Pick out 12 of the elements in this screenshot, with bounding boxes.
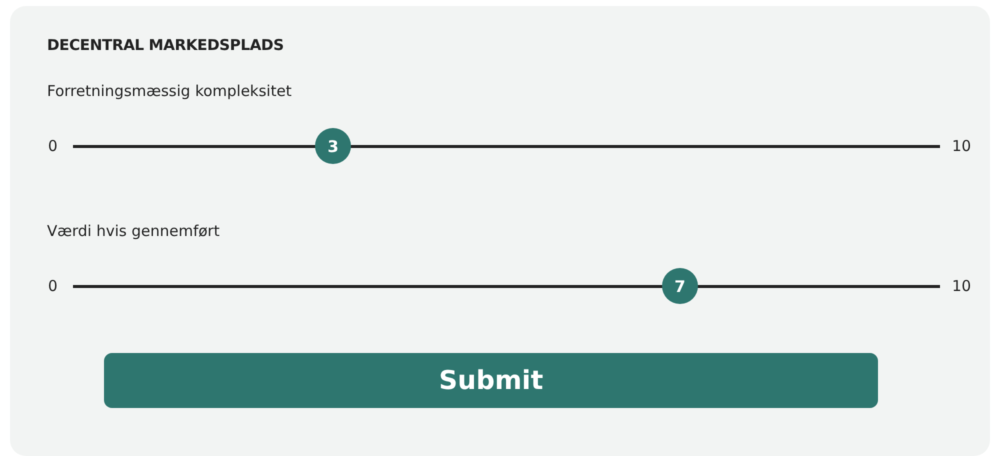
slider-thumb[interactable]: 3 <box>315 128 352 164</box>
min-value: 0 <box>48 277 59 295</box>
section-title: DECENTRAL MARKEDSPLADS <box>47 36 285 56</box>
slider-track[interactable]: 7 <box>73 268 940 304</box>
min-value: 0 <box>48 137 59 155</box>
slider-label: Forretningsmæssig kompleksitet <box>47 82 293 102</box>
submit-button[interactable]: Submit <box>104 353 878 408</box>
slider-track[interactable]: 3 <box>73 128 940 164</box>
slider-thumb[interactable]: 7 <box>662 268 698 304</box>
slider-label: Værdi hvis gennemført <box>47 222 221 242</box>
max-value: 10 <box>951 137 972 155</box>
max-value: 10 <box>951 277 972 295</box>
